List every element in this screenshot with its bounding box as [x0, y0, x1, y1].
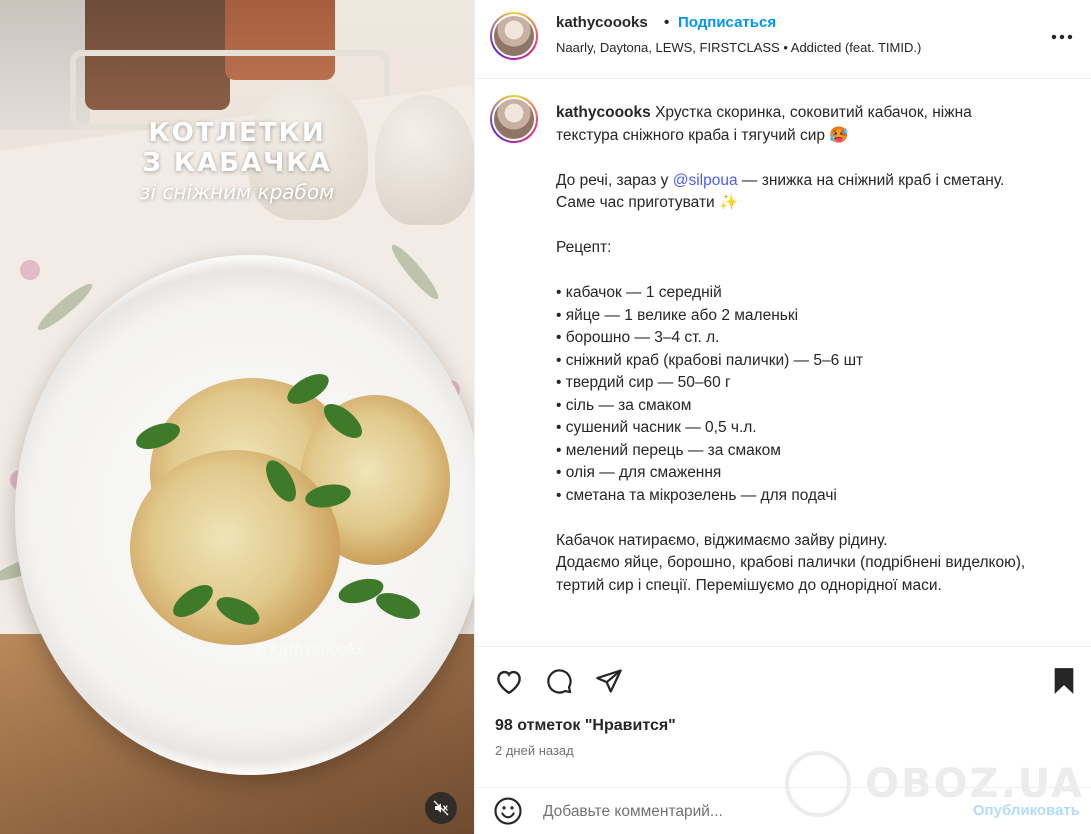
ingredient-item: • твердий сир — 50–60 г [556, 374, 731, 391]
ingredient-item: • кабачок — 1 середній [556, 284, 722, 301]
ingredient-item: • сніжний краб (крабові палички) — 5–6 ш… [556, 351, 864, 369]
ingredient-item: • борошно — 3–4 ст. л. [556, 329, 720, 346]
video-subtitle: зі сніжним крабом [139, 180, 335, 204]
like-button[interactable] [493, 665, 525, 697]
save-button[interactable] [1048, 665, 1080, 697]
caption-area[interactable]: kathycoooks Хрустка скоринка, соковитий … [475, 80, 1091, 646]
ingredient-item: • сіль — за смаком [556, 396, 692, 414]
recipe-title: Рецепт: [556, 239, 612, 256]
post-timestamp[interactable]: 2 дней назад [495, 743, 574, 758]
video-title-line2: З КАБАЧКА [142, 148, 332, 178]
audio-track-info[interactable]: Naarly, Daytona, LEWS, FIRSTCLASS • Addi… [556, 40, 921, 55]
header-username[interactable]: kathycoooks [556, 14, 648, 31]
heart-icon [497, 670, 521, 695]
ingredient-item: • сметана та мікрозелень — для подачі [556, 486, 837, 504]
likes-count[interactable]: 98 отметок "Нравится" [495, 717, 676, 735]
comment-bubble-icon [547, 669, 572, 694]
post-media[interactable]: КОТЛЕТКИ З КАБАЧКА зі сніжним крабом @ka… [0, 0, 474, 834]
flower-decoration [20, 260, 40, 280]
publish-button[interactable]: Опубликовать [973, 802, 1080, 819]
ingredient-list: • кабачок — 1 середній • яйце — 1 велике… [556, 284, 863, 504]
more-horizontal-icon [1051, 34, 1073, 40]
video-title-line1: КОТЛЕТКИ [148, 118, 326, 148]
ingredient-item: • яйце — 1 велике або 2 маленькі [556, 306, 799, 324]
paper-plane-icon [596, 669, 622, 693]
emoji-button[interactable] [493, 796, 523, 826]
recipe-steps: Кабачок натираємо, віджимаємо зайву ріди… [556, 531, 1026, 594]
comment-button[interactable] [543, 665, 575, 697]
ingredient-item: • мелений перець — за смаком [556, 441, 781, 459]
follow-button[interactable]: Подписаться [678, 14, 776, 31]
mute-button[interactable] [425, 792, 457, 824]
caption-username[interactable]: kathycoooks [556, 104, 651, 121]
comment-input[interactable] [543, 800, 943, 824]
speaker-muted-icon [433, 800, 449, 816]
ingredient-item: • олія — для смаження [556, 464, 722, 481]
post-actions: 98 отметок "Нравится" 2 дней назад OBOZ.… [475, 646, 1091, 834]
separator-dot: • [664, 14, 670, 31]
post-header: kathycoooks • Подписаться Naarly, Dayton… [475, 0, 1091, 79]
post-panel: kathycoooks • Подписаться Naarly, Dayton… [474, 0, 1091, 834]
ingredient-item: • сушений часник — 0,5 ч.л. [556, 419, 757, 436]
bookmark-icon [1054, 668, 1074, 694]
mention-link[interactable]: @silpoua [673, 172, 738, 189]
caption-promo-before: До речі, зараз у [556, 171, 673, 189]
plate-signature: @kathycoooks [255, 640, 365, 658]
comment-form: Опубликовать [475, 787, 1091, 834]
caption-avatar[interactable] [490, 95, 538, 143]
caption-text: kathycoooks Хрустка скоринка, соковитий … [556, 102, 1026, 597]
avatar[interactable] [490, 12, 538, 60]
smiley-icon [494, 797, 522, 825]
share-button[interactable] [593, 665, 625, 697]
more-options-button[interactable] [1049, 27, 1075, 47]
video-title-overlay: КОТЛЕТКИ З КАБАЧКА зі сніжним крабом [0, 118, 474, 204]
